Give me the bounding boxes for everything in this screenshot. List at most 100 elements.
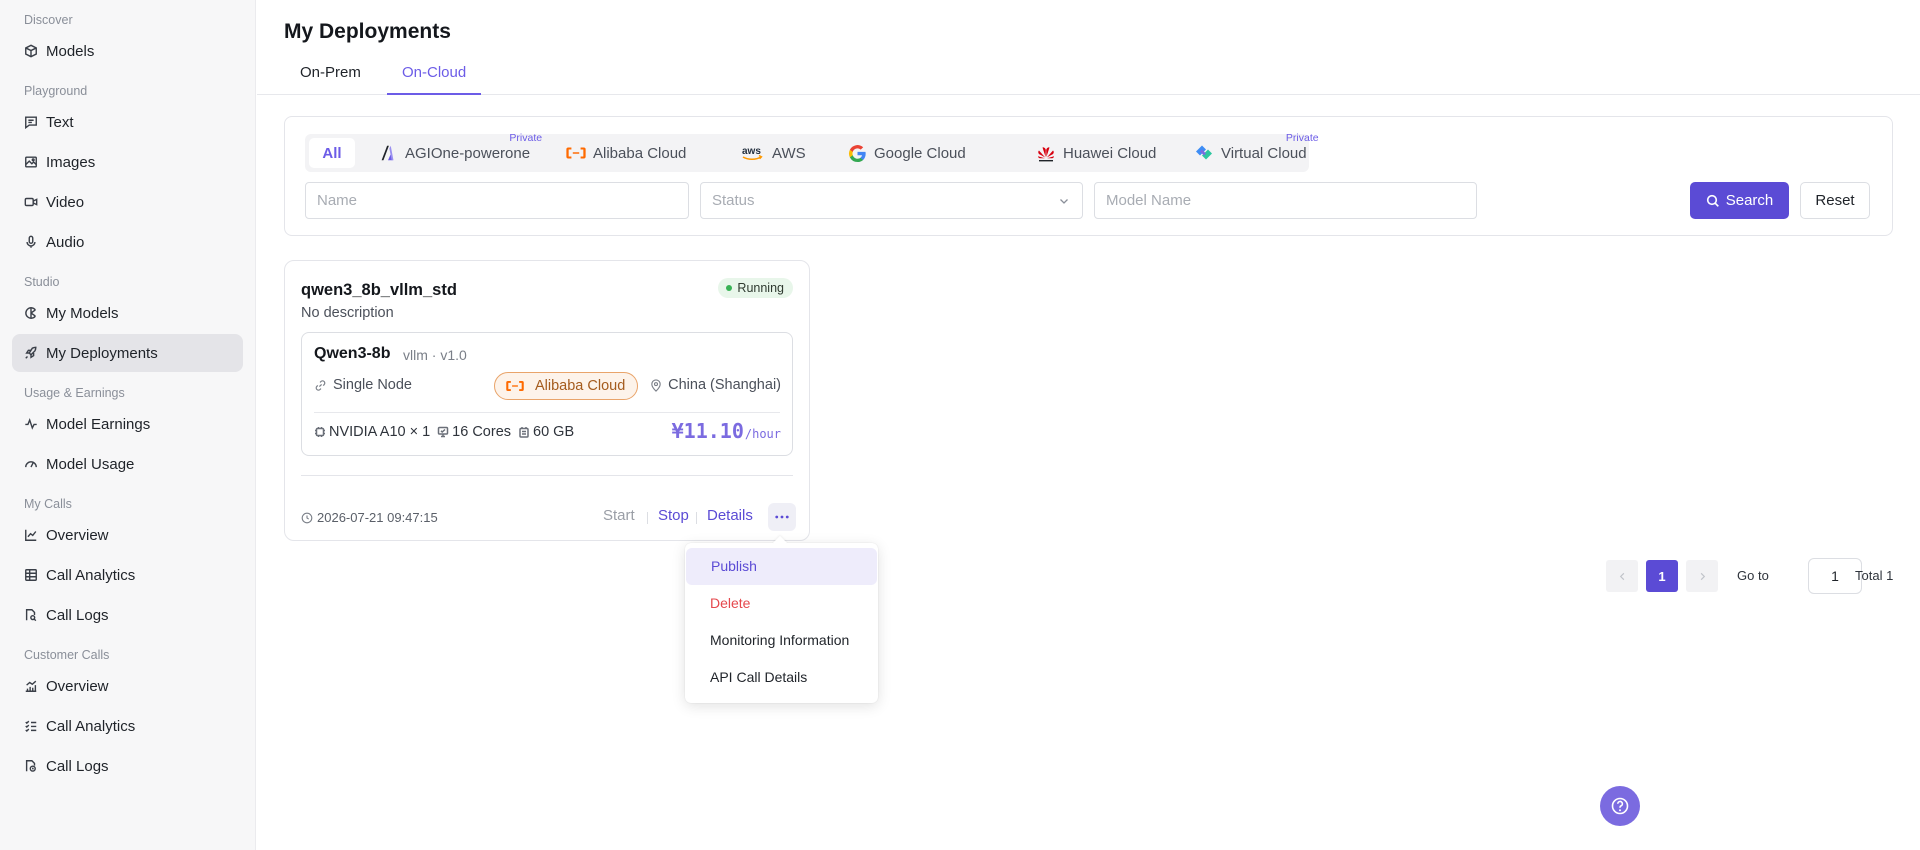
menu-item-delete[interactable]: Delete <box>685 585 878 622</box>
sidebar-item-video[interactable]: Video <box>12 183 243 221</box>
hourly-price: ¥11.10 /hour <box>672 419 781 443</box>
more-actions-button[interactable] <box>768 503 796 531</box>
model-icon <box>24 306 38 320</box>
agione-logo-icon <box>377 142 399 164</box>
help-circle-icon <box>1611 797 1629 815</box>
provider-google[interactable]: Google Cloud <box>846 138 966 168</box>
menu-item-api-call-details[interactable]: API Call Details <box>685 659 878 696</box>
microphone-icon <box>24 235 38 249</box>
sidebar-item-label: Model Earnings <box>46 415 151 433</box>
sidebar-item-my-calls-logs[interactable]: Call Logs <box>12 596 243 634</box>
sidebar-item-models[interactable]: Models <box>12 32 243 70</box>
pagination-total: Total 1 <box>1855 568 1894 583</box>
deployment-tabs: On-Prem On-Cloud <box>257 55 1920 95</box>
sidebar-item-label: Text <box>46 113 74 131</box>
tab-on-prem[interactable]: On-Prem <box>285 55 376 95</box>
provider-label: AWS <box>772 144 806 162</box>
stop-button[interactable]: Stop <box>658 507 689 524</box>
provider-huawei[interactable]: Huawei Cloud <box>1035 138 1156 168</box>
provider-all[interactable]: All <box>309 138 355 168</box>
alibaba-cloud-logo-icon <box>506 381 524 391</box>
sidebar-item-label: Call Analytics <box>46 717 136 735</box>
deployment-title: qwen3_8b_vllm_std <box>301 281 457 299</box>
provider-alibaba[interactable]: Alibaba Cloud <box>565 138 686 168</box>
provider-virtual[interactable]: Virtual Cloud Private <box>1193 132 1319 168</box>
memory-spec-label: 60 GB <box>533 424 575 440</box>
filter-panel: All AGIOne-powerone Private Alibaba Clou… <box>284 116 1893 236</box>
sidebar-item-model-earnings[interactable]: Model Earnings <box>12 405 243 443</box>
sidebar-item-my-deployments[interactable]: My Deployments <box>12 334 243 372</box>
list-check-icon <box>24 719 38 733</box>
menu-item-monitoring[interactable]: Monitoring Information <box>685 622 878 659</box>
reset-button[interactable]: Reset <box>1800 182 1870 219</box>
table-icon <box>24 568 38 582</box>
name-input[interactable] <box>305 182 689 219</box>
sidebar-item-my-calls-overview[interactable]: Overview <box>12 516 243 554</box>
node-type-label: Single Node <box>333 377 412 393</box>
sidebar-item-images[interactable]: Images <box>12 143 243 181</box>
pagination-next-button[interactable] <box>1686 560 1718 592</box>
tab-on-cloud[interactable]: On-Cloud <box>387 55 482 95</box>
cloud-provider-chip: Alibaba Cloud <box>494 372 639 400</box>
details-button[interactable]: Details <box>707 507 753 524</box>
resource-specs: NVIDIA A10 × 1 16 Cores 60 GB <box>314 424 581 440</box>
link-icon <box>315 379 326 391</box>
model-version: vllm · v1.0 <box>403 347 467 363</box>
gauge-icon <box>24 457 38 471</box>
pagination-prev-button[interactable] <box>1606 560 1638 592</box>
sidebar-item-label: Overview <box>46 526 109 544</box>
sidebar-item-label: My Deployments <box>46 344 158 362</box>
search-button[interactable]: Search <box>1690 182 1789 219</box>
more-horizontal-icon <box>775 515 789 519</box>
sidebar-item-text[interactable]: Text <box>12 103 243 141</box>
sidebar-section-discover: Discover <box>24 13 73 27</box>
sidebar-item-my-calls-analytics[interactable]: Call Analytics <box>12 556 243 594</box>
price-amount: ¥11.10 <box>671 419 744 443</box>
file-clock-icon <box>24 759 38 773</box>
sidebar-item-my-models[interactable]: My Models <box>12 294 243 332</box>
gpu-spec-label: NVIDIA A10 × 1 <box>329 424 431 440</box>
sidebar-item-customer-calls-overview[interactable]: Overview <box>12 667 243 705</box>
divider <box>647 512 648 524</box>
menu-item-publish[interactable]: Publish <box>686 548 877 585</box>
private-tag: Private <box>509 132 543 144</box>
goto-page-input[interactable]: 1 <box>1808 558 1862 594</box>
cpu-spec: 16 Cores <box>437 424 511 440</box>
region: China (Shanghai) <box>650 377 781 393</box>
divider <box>696 512 697 524</box>
provider-agione[interactable]: AGIOne-powerone Private <box>377 132 542 168</box>
region-label: China (Shanghai) <box>668 377 781 393</box>
page-title: My Deployments <box>284 20 451 43</box>
bar-line-chart-icon <box>24 679 38 693</box>
deployment-card: qwen3_8b_vllm_std No description Running… <box>284 260 810 541</box>
provider-filter: All AGIOne-powerone Private Alibaba Clou… <box>305 132 1319 172</box>
sidebar-section-usage: Usage & Earnings <box>24 386 125 400</box>
sidebar-item-label: Audio <box>46 233 85 251</box>
rocket-icon <box>24 346 38 360</box>
provider-aws[interactable]: aws AWS <box>740 138 806 168</box>
sidebar-item-customer-calls-analytics[interactable]: Call Analytics <box>12 707 243 745</box>
model-name: Qwen3-8b <box>314 345 391 362</box>
private-tag: Private <box>1285 132 1319 144</box>
help-button[interactable] <box>1600 786 1640 826</box>
provider-label: AGIOne-powerone <box>405 144 531 162</box>
status-select[interactable]: Status <box>700 182 1083 219</box>
sidebar: Discover Models Playground Text Images V… <box>0 0 256 850</box>
google-cloud-logo-icon <box>846 142 868 164</box>
pagination-page-1[interactable]: 1 <box>1646 560 1678 592</box>
alibaba-cloud-logo-icon <box>565 142 587 164</box>
start-button[interactable]: Start <box>603 507 635 524</box>
sidebar-item-label: Model Usage <box>46 455 135 473</box>
gpu-spec: NVIDIA A10 × 1 <box>314 424 430 440</box>
model-name-input[interactable] <box>1094 182 1477 219</box>
sidebar-item-model-usage[interactable]: Model Usage <box>12 445 243 483</box>
sidebar-item-customer-calls-logs[interactable]: Call Logs <box>12 747 243 785</box>
cpu-icon <box>437 426 449 438</box>
sidebar-item-audio[interactable]: Audio <box>12 223 243 261</box>
main-content: My Deployments On-Prem On-Cloud All AGIO… <box>257 0 1920 850</box>
memory-spec: 60 GB <box>518 424 574 440</box>
provider-label: Virtual Cloud <box>1221 144 1307 162</box>
status-label: Running <box>737 281 784 295</box>
created-time: 2026-07-21 09:47:15 <box>301 510 438 525</box>
cloud-provider-label: Alibaba Cloud <box>535 378 626 394</box>
